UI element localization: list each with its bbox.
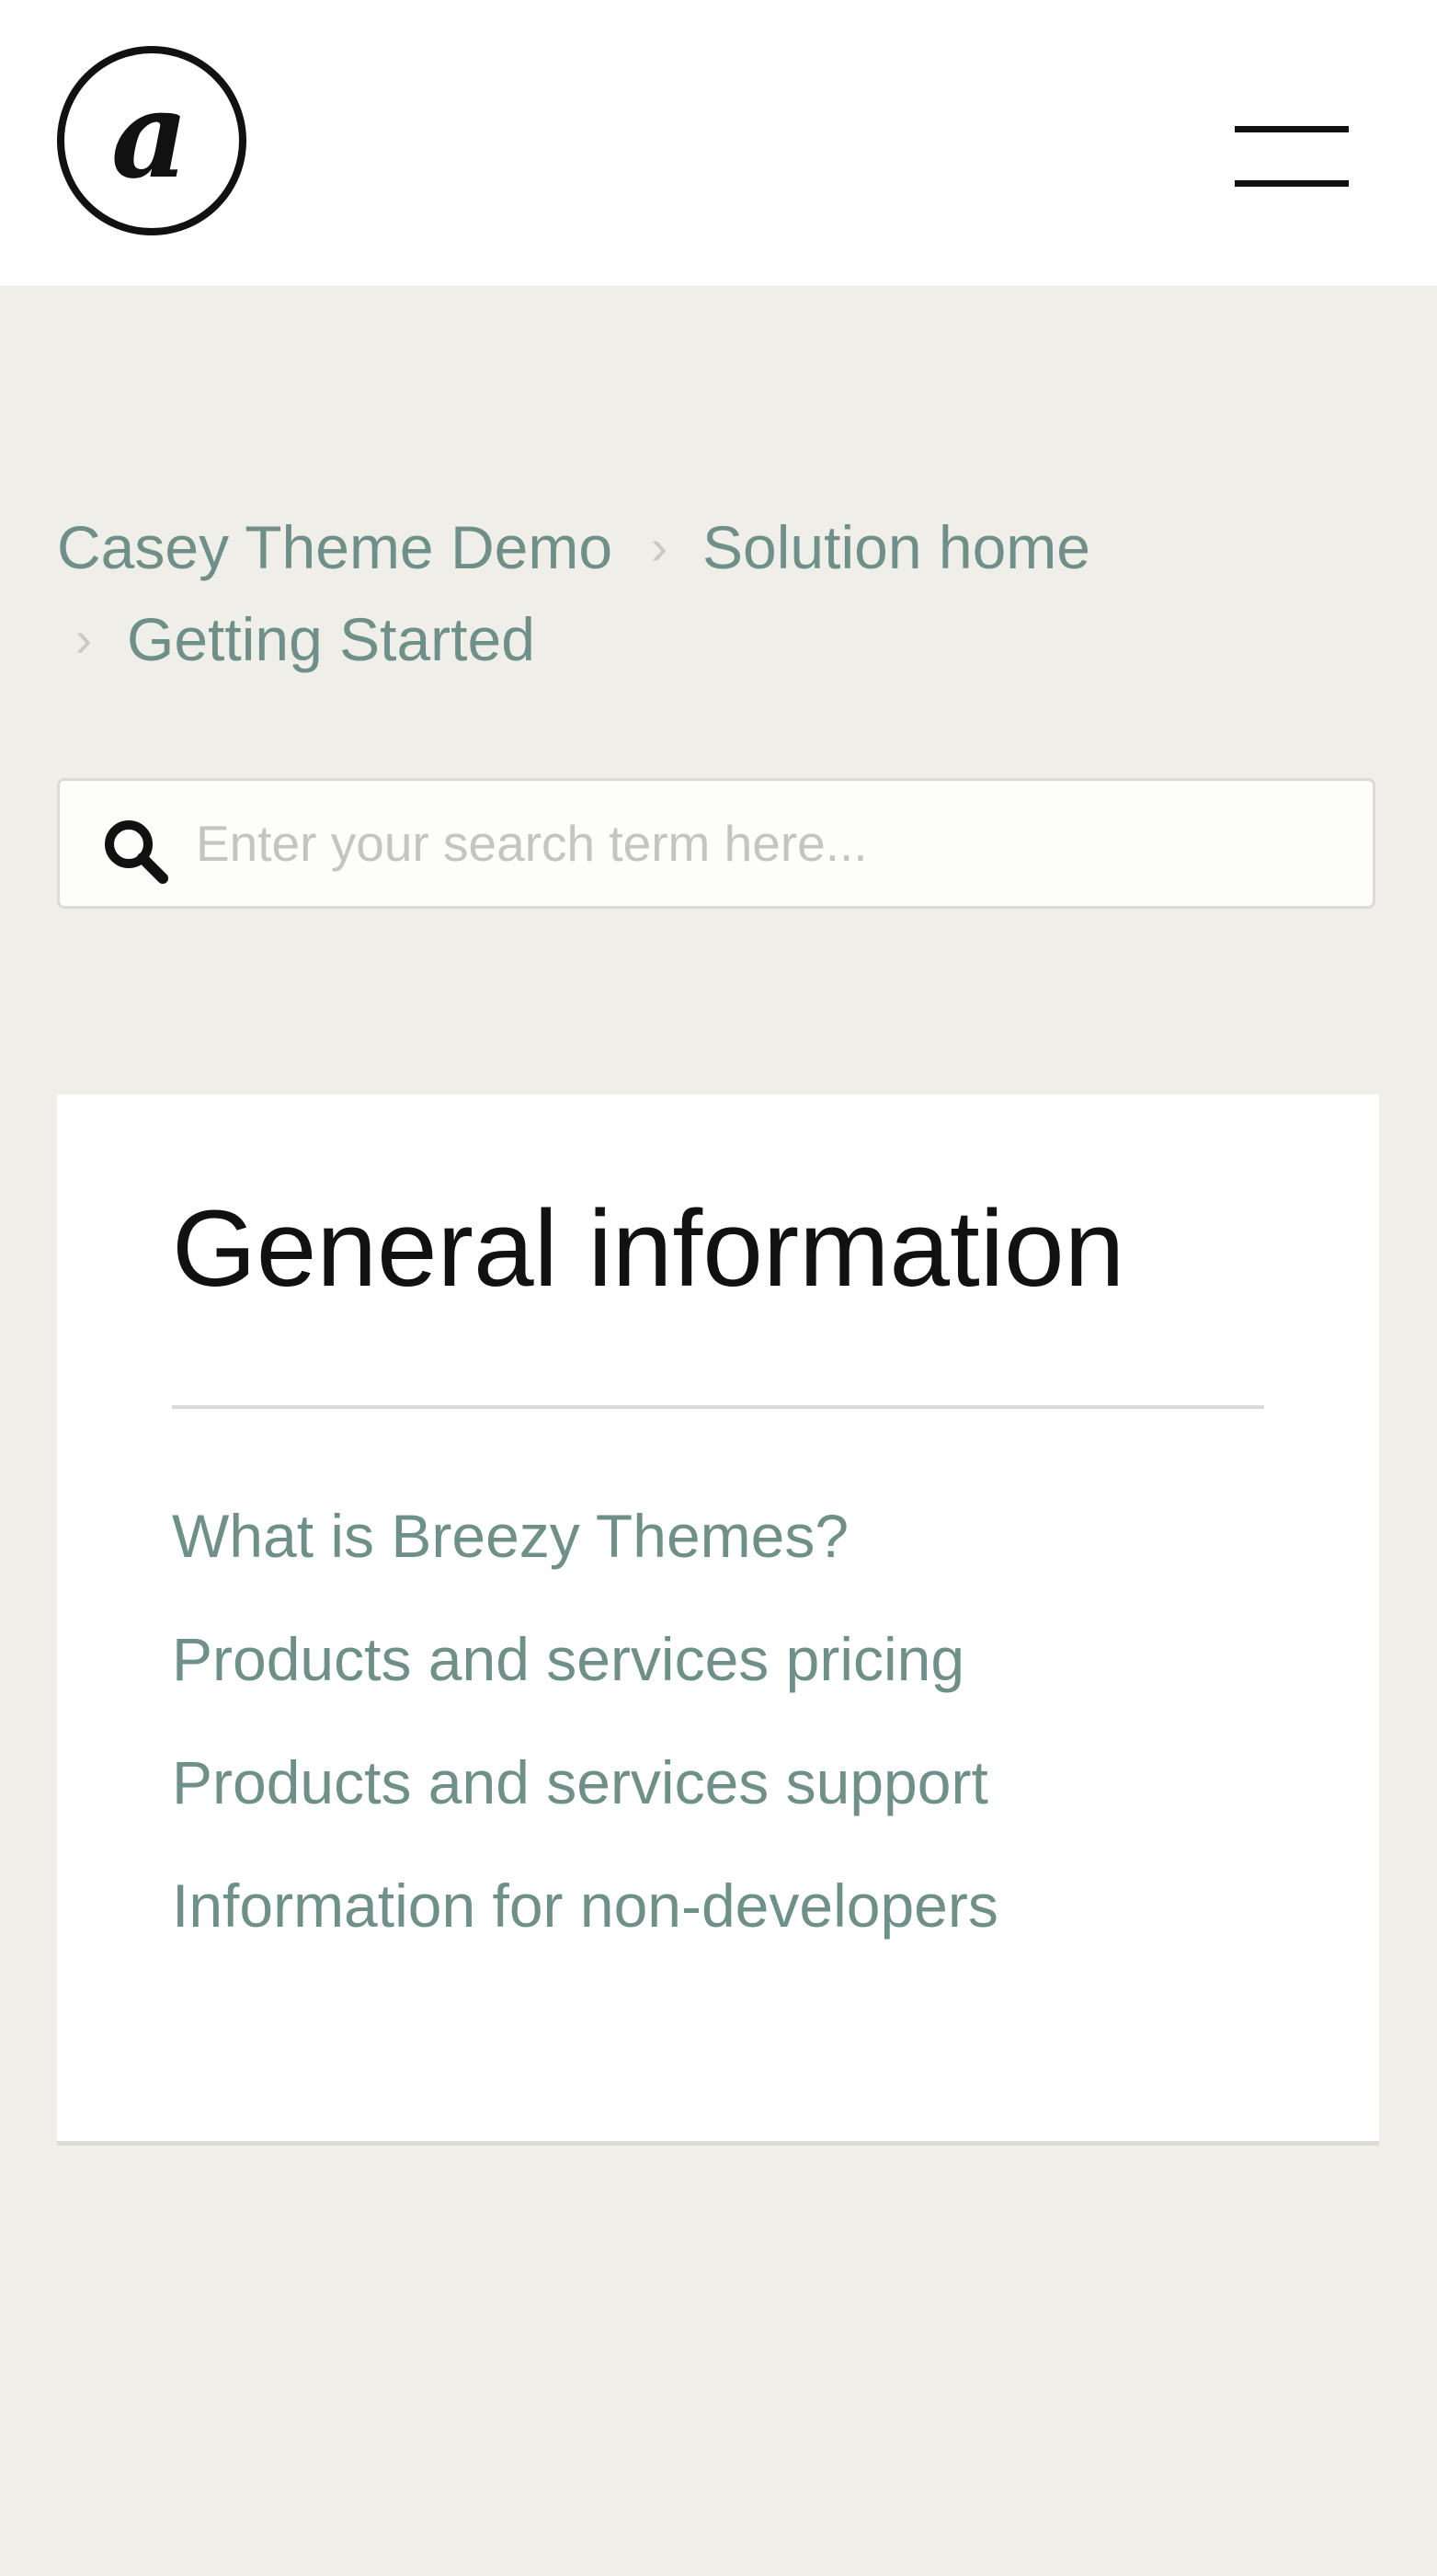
article-link[interactable]: Information for non-developers	[172, 1872, 998, 1940]
article-link[interactable]: Products and services support	[172, 1748, 988, 1816]
list-item: Products and services support	[172, 1746, 998, 1869]
article-list: What is Breezy Themes? Products and serv…	[172, 1499, 998, 1992]
breadcrumb: Casey Theme Demo › Solution home › Getti…	[57, 501, 1381, 685]
search-icon[interactable]	[100, 816, 170, 886]
hamburger-menu-icon	[1235, 126, 1349, 187]
article-link[interactable]: What is Breezy Themes?	[172, 1502, 849, 1570]
site-header: a	[0, 0, 1437, 286]
site-logo[interactable]: a	[55, 44, 248, 237]
search-input[interactable]	[196, 781, 1354, 906]
list-item: Information for non-developers	[172, 1869, 998, 1992]
breadcrumb-row: Casey Theme Demo › Solution home	[57, 501, 1381, 593]
breadcrumb-separator: ›	[75, 612, 92, 667]
breadcrumb-separator: ›	[651, 520, 668, 575]
breadcrumb-link-home[interactable]: Casey Theme Demo	[57, 501, 612, 593]
folder-card: General information What is Breezy Theme…	[57, 1094, 1379, 2146]
list-item: Products and services pricing	[172, 1622, 998, 1746]
article-link[interactable]: Products and services pricing	[172, 1625, 964, 1693]
at-sign-circle-logo-icon: a	[57, 46, 246, 235]
section-title: General information	[172, 1188, 1125, 1310]
list-item: What is Breezy Themes?	[172, 1499, 998, 1622]
breadcrumb-link-solution-home[interactable]: Solution home	[702, 501, 1090, 593]
menu-button[interactable]	[1232, 120, 1351, 193]
search-box	[57, 778, 1375, 909]
breadcrumb-link-current-folder[interactable]: Getting Started	[127, 593, 535, 685]
svg-text:a: a	[111, 64, 188, 205]
section-divider	[172, 1405, 1264, 1409]
breadcrumb-row: › Getting Started	[57, 593, 1381, 685]
